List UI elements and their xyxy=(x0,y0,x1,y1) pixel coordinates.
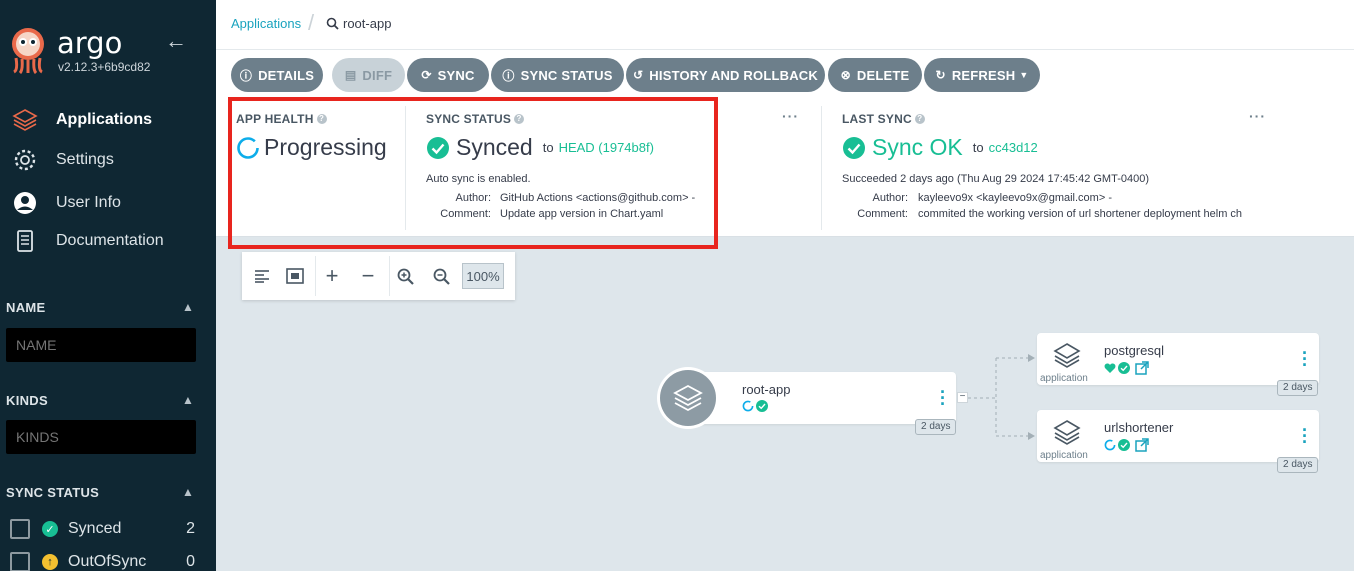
layers-icon xyxy=(1053,343,1081,368)
more-vertical-icon[interactable]: · · · xyxy=(1302,421,1308,451)
check-circle-icon xyxy=(756,400,768,412)
check-circle-icon xyxy=(1118,362,1130,374)
urlshortener-node[interactable]: application urlshortener · · · xyxy=(1037,410,1319,462)
more-vertical-icon[interactable]: · · · xyxy=(940,383,946,413)
node-status xyxy=(1104,438,1149,452)
external-link-icon[interactable] xyxy=(1135,361,1149,375)
progressing-icon xyxy=(1104,439,1116,451)
root-app-icon-ring xyxy=(657,367,719,429)
check-circle-icon xyxy=(1118,439,1130,451)
node-status xyxy=(1104,361,1149,375)
progressing-icon xyxy=(742,400,754,412)
graph-edges xyxy=(968,354,1035,440)
postgresql-node[interactable]: application postgresql · · · xyxy=(1037,333,1319,385)
node-name: urlshortener xyxy=(1104,420,1174,435)
age-badge: 2 days xyxy=(1277,457,1319,473)
age-badge: 2 days xyxy=(915,419,957,435)
node-name: postgresql xyxy=(1104,343,1164,358)
collapse-toggle[interactable]: − xyxy=(957,392,968,403)
layers-icon xyxy=(1053,420,1081,445)
more-vertical-icon[interactable]: · · · xyxy=(1302,344,1308,374)
node-kind: application xyxy=(1040,373,1088,384)
heart-icon xyxy=(1104,363,1116,373)
node-name: root-app xyxy=(742,382,791,397)
external-link-icon[interactable] xyxy=(1135,438,1149,452)
node-kind: application xyxy=(1040,450,1088,461)
age-badge: 2 days xyxy=(1277,380,1319,396)
layers-icon xyxy=(660,370,716,426)
node-status xyxy=(742,400,768,412)
root-app-node[interactable]: root-app · · · xyxy=(686,372,956,424)
